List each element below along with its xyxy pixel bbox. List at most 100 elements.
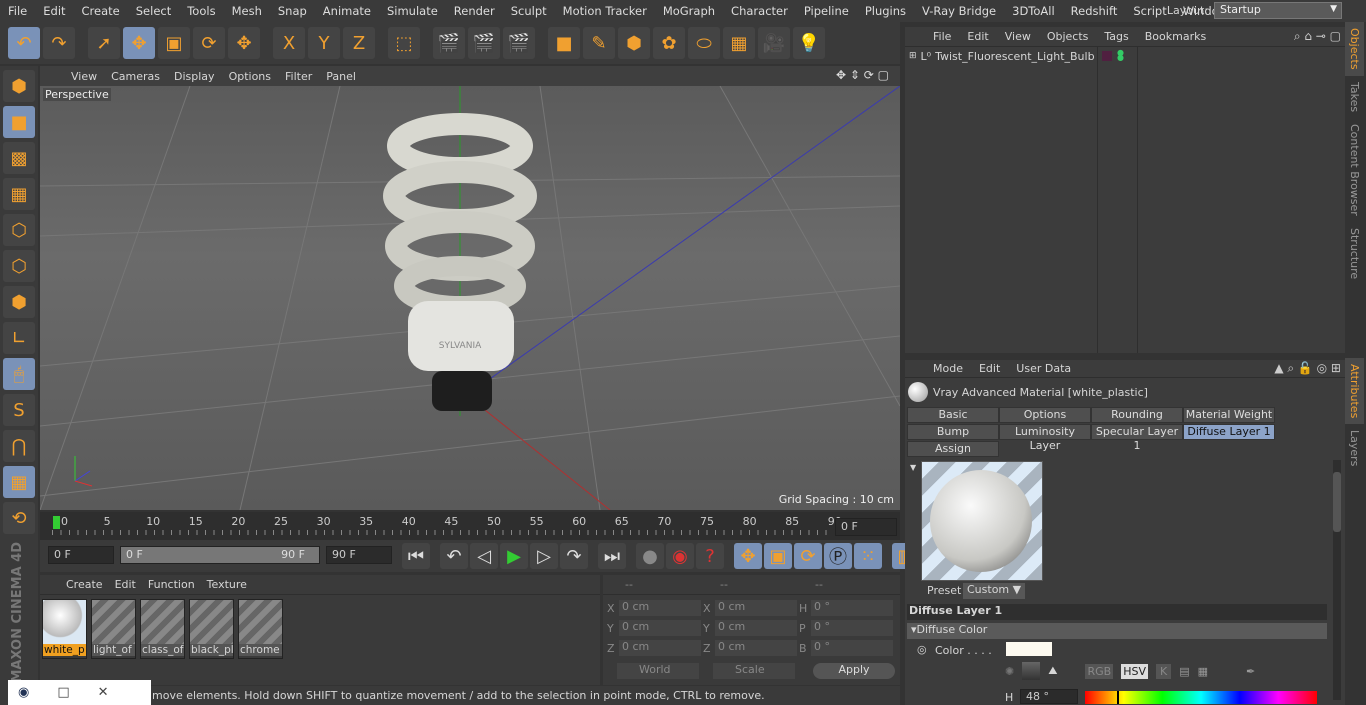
object-menu-file[interactable]: File [925,30,959,43]
next-key-icon[interactable]: ↷ [560,543,588,569]
coords-field[interactable]: 0 ° [811,640,893,656]
solo-icon[interactable]: S [3,394,35,426]
kelvin-mode-button[interactable]: K [1155,663,1172,679]
side-tab-attributes[interactable]: Attributes [1345,358,1364,425]
prev-key-icon[interactable]: ↶ [440,543,468,569]
hsv-mode-button[interactable]: HSV [1121,663,1148,679]
eyedropper-icon[interactable]: ✒ [1246,665,1255,678]
menu-snap[interactable]: Snap [270,4,315,18]
close-icon[interactable]: ✕ [98,683,109,702]
attributes-scrollbar[interactable] [1333,460,1341,700]
apply-button[interactable]: Apply [813,663,895,679]
object-menu-tags[interactable]: Tags [1096,30,1136,43]
object-menu-edit[interactable]: Edit [959,30,996,43]
coords-field[interactable]: 0 cm [715,600,797,616]
cube-icon[interactable]: ■ [548,27,580,59]
layout-selector[interactable]: Layout: Startup [1167,2,1342,19]
viewport[interactable]: SYLVANIA Perspective Grid Spacing : 10 c… [40,86,900,510]
key-pla-icon[interactable]: ⁙ [854,543,882,569]
deformer-icon[interactable]: ⬭ [688,27,720,59]
hue-field[interactable]: 48 ° [1020,689,1078,704]
material-name[interactable]: black_pl [190,644,233,656]
texture-mode-icon[interactable]: ▩ [3,142,35,174]
object-menu-objects[interactable]: Objects [1039,30,1097,43]
visibility-dots-icon[interactable]: ● ● [1117,49,1124,62]
cloner-icon[interactable]: ✿ [653,27,685,59]
attribute-menu-user-data[interactable]: User Data [1008,362,1079,375]
viewport-nav-icons[interactable]: ✥ ⇕ ⟳ ▢ [836,68,889,82]
viewport-menu-display[interactable]: Display [167,70,222,83]
next-frame-icon[interactable]: ▷ [530,543,558,569]
menu-character[interactable]: Character [723,4,796,18]
menu-motion-tracker[interactable]: Motion Tracker [555,4,655,18]
polygons-mode-icon[interactable]: ⬢ [3,286,35,318]
coords-field[interactable]: 0 ° [811,620,893,636]
viewport-menu-filter[interactable]: Filter [278,70,319,83]
material-name[interactable]: light_of [92,644,135,656]
side-tab-takes[interactable]: Takes [1345,76,1364,118]
keyframe-selection-icon[interactable]: ? [696,543,724,569]
menu-redshift[interactable]: Redshift [1063,4,1126,18]
coords-field[interactable]: 0 cm [715,620,797,636]
camera-label[interactable]: Perspective [43,88,111,101]
tab-luminosity-layer[interactable]: Luminosity Layer [999,424,1091,452]
menu-edit[interactable]: Edit [35,4,73,18]
side-tab-structure[interactable]: Structure [1345,222,1364,285]
tab-material-weight[interactable]: Material Weight [1183,407,1275,423]
object-manager-icons[interactable]: ⌕ ⌂ ⊸ ▢ [1294,29,1341,44]
current-frame-field[interactable]: 0 F [835,518,897,536]
attribute-menu-mode[interactable]: Mode [925,362,971,375]
side-tab-layers[interactable]: Layers [1345,424,1364,472]
collapse-preview-icon[interactable]: ▼ [910,463,916,472]
workplane-align-icon[interactable]: ⟲ [3,502,35,534]
make-editable-icon[interactable]: ⬢ [3,70,35,102]
end-frame-field[interactable]: 90 F [326,546,392,564]
material-name[interactable]: chrome [239,644,282,656]
menu-select[interactable]: Select [128,4,179,18]
material-name[interactable]: white_p [43,644,86,656]
object-menu-bookmarks[interactable]: Bookmarks [1137,30,1214,43]
floor-icon[interactable]: ▦ [723,27,755,59]
object-name[interactable]: Twist_Fluorescent_Light_Bulb [935,50,1094,63]
timeline[interactable]: 051015202530354045505560657075808590 0 F [40,512,900,540]
menu-create[interactable]: Create [74,4,128,18]
material-swatch[interactable]: black_pl [189,599,234,659]
image-picker-icon[interactable]: ⛰ [1048,664,1057,678]
object-menu-view[interactable]: View [997,30,1039,43]
viewport-menu-options[interactable]: Options [222,70,278,83]
animate-radio-icon[interactable]: ◎ [917,643,927,656]
side-tab-objects[interactable]: Objects [1345,22,1364,76]
rotate-icon[interactable]: ⟳ [193,27,225,59]
viewport-menu-panel[interactable]: Panel [319,70,363,83]
move-icon[interactable]: ✥ [123,27,155,59]
model-mode-icon[interactable]: ■ [3,106,35,138]
color-swatch[interactable] [1006,642,1052,656]
z-axis-icon[interactable]: Z [343,27,375,59]
render-picture-viewer-icon[interactable]: 🎬 [468,27,500,59]
tab-basic[interactable]: Basic [907,407,999,423]
rgb-mode-button[interactable]: RGB [1085,663,1114,679]
menu-sculpt[interactable]: Sculpt [503,4,555,18]
play-icon[interactable]: ▶ [500,543,528,569]
scale-dropdown[interactable]: Scale [713,663,795,679]
tab-rounding[interactable]: Rounding [1091,407,1183,423]
light-icon[interactable]: 💡 [793,27,825,59]
points-mode-icon[interactable]: ⬡ [3,214,35,246]
coords-field[interactable]: 0 cm [619,640,701,656]
world-dropdown[interactable]: World [617,663,699,679]
side-tab-content-browser[interactable]: Content Browser [1345,118,1364,222]
menu-3dtoall[interactable]: 3DToAll [1004,4,1063,18]
camera-icon[interactable]: 🎥 [758,27,790,59]
render-view-icon[interactable]: 🎬 [433,27,465,59]
layout-dropdown[interactable]: Startup [1214,2,1342,19]
redo-icon[interactable]: ↷ [43,27,75,59]
menu-mograph[interactable]: MoGraph [655,4,723,18]
maximize-icon[interactable]: □ [57,683,69,702]
material-tag-icon[interactable] [1102,51,1112,61]
hue-slider[interactable] [1085,691,1317,704]
tab-options[interactable]: Options [999,407,1091,423]
tab-diffuse-layer-1[interactable]: Diffuse Layer 1 [1183,424,1275,440]
y-axis-icon[interactable]: Y [308,27,340,59]
live-selection-icon[interactable]: ➚ [88,27,120,59]
coordinate-system-icon[interactable]: ⬚ [388,27,420,59]
